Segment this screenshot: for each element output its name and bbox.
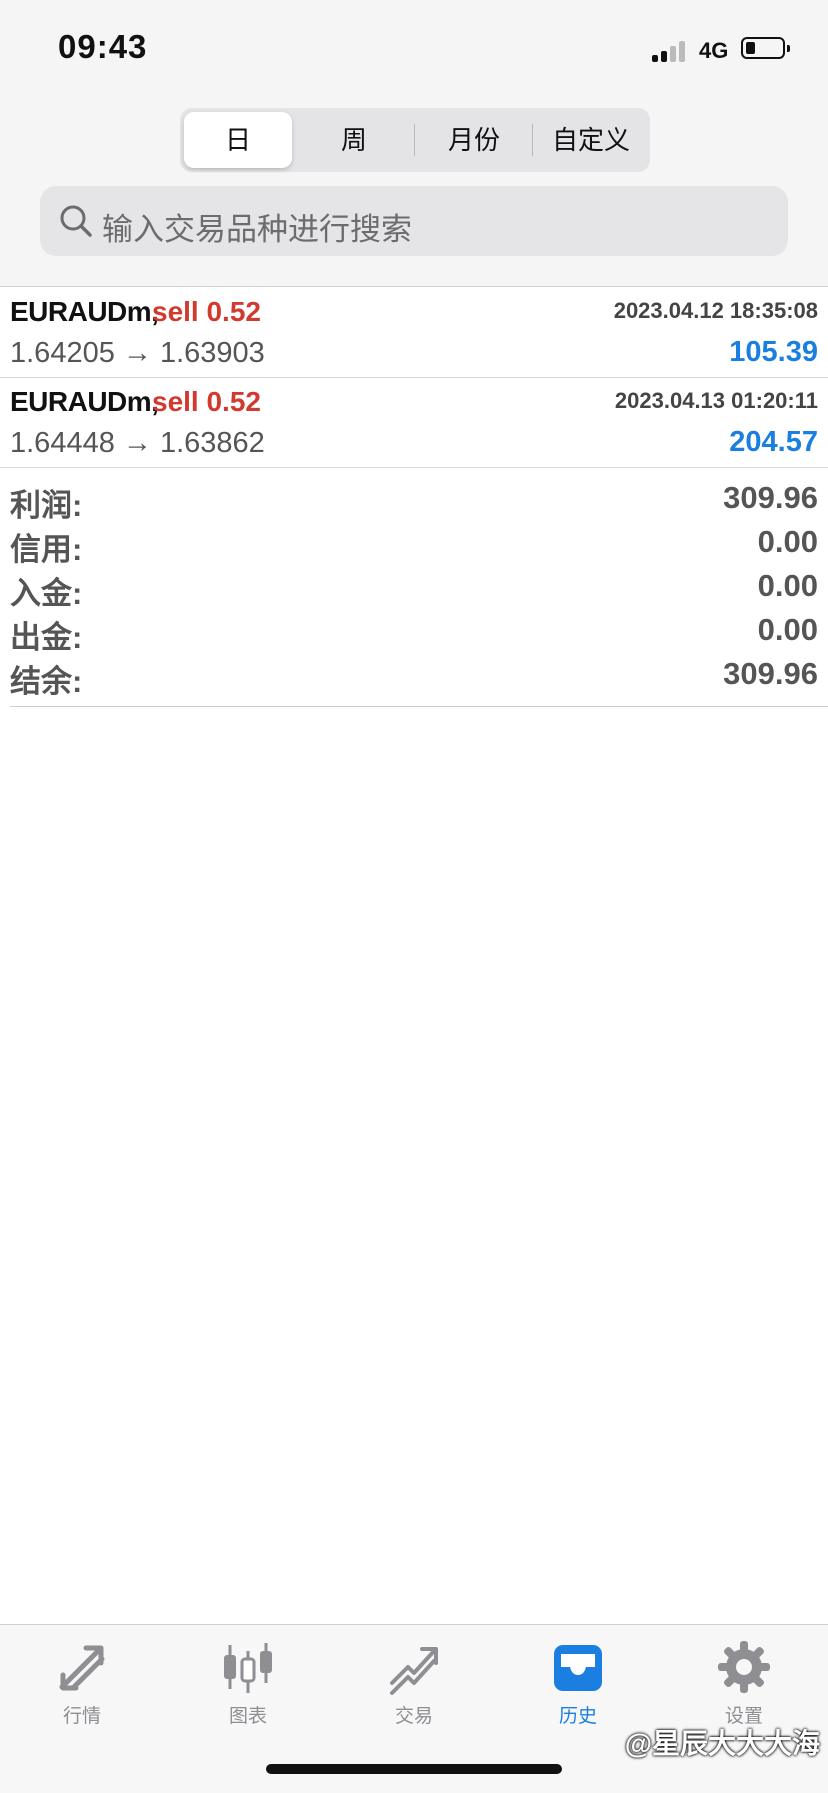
watermark-text: @星辰大大大海	[624, 1728, 820, 1759]
summary-value: 0.00	[757, 612, 818, 647]
symbol-search-field[interactable]: 输入交易品种进行搜索	[40, 186, 788, 256]
summary-deposit: 入金: 0.00	[10, 568, 818, 612]
tab-label: 行情	[62, 1706, 101, 1727]
status-time: 09:43	[58, 28, 148, 65]
period-segmented-control: 日 周 月份 自定义	[180, 108, 650, 172]
search-icon	[60, 205, 92, 237]
trade-trend-icon	[390, 1647, 438, 1695]
header-area: 09:43 4G 日 周 月份 自定义 输入交易品种进行搜索	[0, 0, 828, 287]
trade-datetime: 2023.04.13 01:20:11	[614, 388, 818, 413]
summary-balance: 结余: 309.96	[10, 656, 818, 700]
segment-divider	[532, 124, 533, 156]
trade-profit: 105.39	[729, 336, 818, 368]
home-indicator[interactable]	[266, 1764, 562, 1774]
candlestick-chart-icon	[224, 1643, 272, 1693]
tab-label: 交易	[394, 1706, 433, 1727]
trade-prices: 1.64448 → 1.63862	[10, 427, 265, 459]
summary-label: 信用:	[10, 532, 83, 567]
status-bar: 09:43 4G	[0, 0, 828, 100]
trade-profit: 204.57	[729, 426, 818, 458]
segment-month[interactable]: 月份	[418, 112, 530, 168]
network-type: 4G	[699, 38, 729, 63]
signal-strength-icon	[652, 40, 688, 62]
trade-row[interactable]: EURAUDm, sell 0.52 2023.04.12 18:35:08 1…	[0, 288, 828, 378]
tab-label: 图表	[228, 1706, 267, 1727]
summary-label: 出金:	[10, 620, 83, 655]
tab-label: 历史	[558, 1706, 597, 1727]
summary-value: 309.96	[723, 656, 818, 691]
quotes-arrows-icon	[59, 1645, 105, 1691]
history-inbox-icon	[554, 1645, 602, 1691]
summary-value: 0.00	[757, 568, 818, 603]
summary-value: 0.00	[757, 524, 818, 559]
summary-label: 结余:	[10, 664, 83, 699]
search-placeholder: 输入交易品种进行搜索	[102, 212, 412, 247]
summary-profit: 利润: 309.96	[10, 480, 818, 524]
summary-withdrawal: 出金: 0.00	[10, 612, 818, 656]
tab-quotes[interactable]: 行情	[22, 1637, 142, 1737]
trade-row[interactable]: EURAUDm, sell 0.52 2023.04.13 01:20:11 1…	[0, 378, 828, 468]
tab-history[interactable]: 历史	[518, 1637, 638, 1737]
summary-value: 309.96	[723, 480, 818, 515]
trade-side-volume: sell 0.52	[152, 296, 261, 327]
battery-icon	[741, 37, 790, 59]
gear-icon	[718, 1641, 770, 1693]
trade-side-volume: sell 0.52	[152, 386, 261, 417]
trade-datetime: 2023.04.12 18:35:08	[613, 298, 818, 323]
trade-prices: 1.64205 → 1.63903	[10, 337, 265, 369]
summary-credit: 信用: 0.00	[10, 524, 818, 568]
tab-chart[interactable]: 图表	[188, 1637, 308, 1737]
segment-day[interactable]: 日	[184, 112, 292, 168]
segment-custom[interactable]: 自定义	[536, 112, 646, 168]
summary-label: 利润:	[10, 488, 83, 523]
summary-label: 入金:	[10, 576, 83, 611]
tab-trade[interactable]: 交易	[354, 1637, 474, 1737]
segment-week[interactable]: 周	[298, 112, 410, 168]
trade-symbol: EURAUDm,	[10, 386, 159, 417]
segment-divider	[414, 124, 415, 156]
account-summary: 利润: 309.96 信用: 0.00 入金: 0.00 出金: 0.00 结余…	[10, 470, 828, 707]
trade-symbol: EURAUDm,	[10, 296, 159, 327]
